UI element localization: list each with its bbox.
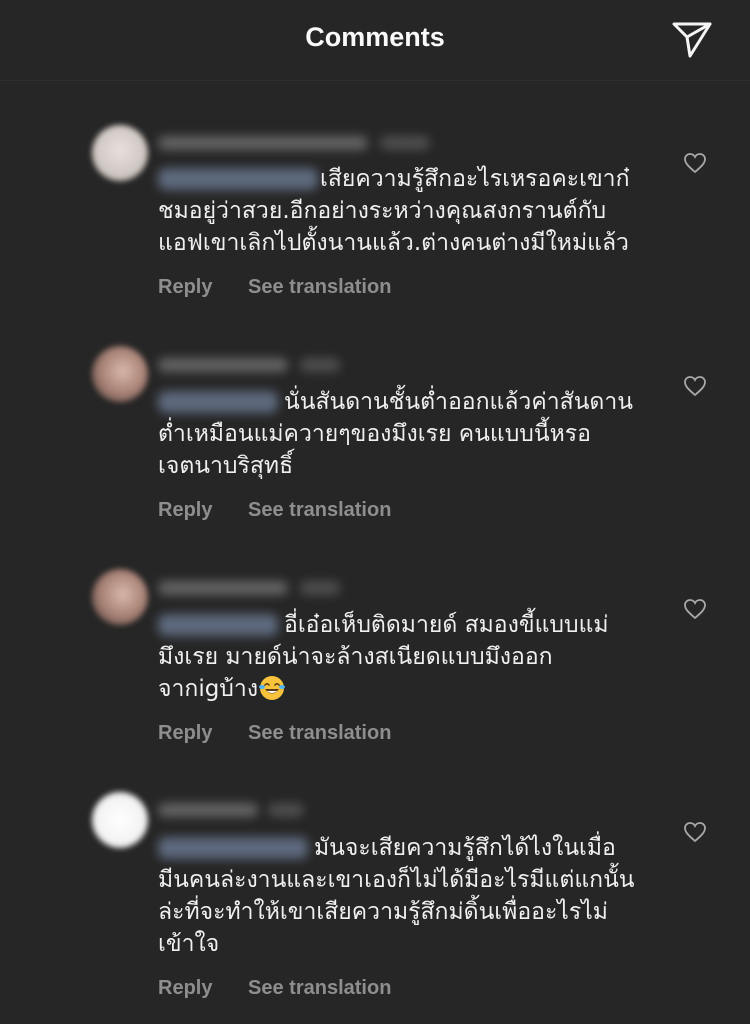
comment-line: มันจะเสียความรู้สึกได้ไงในเมื่อ <box>314 835 616 861</box>
username-blurred[interactable] <box>158 803 258 817</box>
page-title: Comments <box>305 22 445 52</box>
timestamp-blurred <box>268 803 304 817</box>
comment-line-text: จากigบ้าง <box>158 676 259 702</box>
comment-actions: Reply See translation <box>158 276 421 299</box>
heart-icon[interactable] <box>683 821 707 843</box>
comment-actions: Reply See translation <box>158 499 421 522</box>
reply-button[interactable]: Reply <box>158 722 212 744</box>
see-translation-button[interactable]: See translation <box>248 722 391 744</box>
see-translation-button[interactable]: See translation <box>248 977 391 999</box>
comment-text: อี่เอ๋อเห็บติดมายด์ สมองขี้แบบแม่ มึงเรย… <box>158 609 658 705</box>
comment-line: อี่เอ๋อเห็บติดมายด์ สมองขี้แบบแม่ <box>284 612 609 638</box>
timestamp-blurred <box>300 581 340 595</box>
comment-text: เสียความรู้สึกอะไรเหรอคะเขาก๋ ชมอยู่ว่าส… <box>158 163 658 259</box>
comment-text: นั่นสันดานชั้นต่ำออกแล้วค่าสันดาน ต่ำเหม… <box>158 386 658 482</box>
avatar[interactable] <box>92 792 148 848</box>
comment-line: ล่ะที่จะทำให้เขาเสียความรู้สึกม่ดิ้นเพื่… <box>158 899 608 925</box>
timestamp-blurred <box>380 136 430 150</box>
username-blurred[interactable] <box>158 581 288 595</box>
comment-actions: Reply See translation <box>158 722 421 745</box>
comment-text: มันจะเสียความรู้สึกได้ไงในเมื่อ มีนคนล่ะ… <box>158 832 658 960</box>
laughing-tears-emoji <box>258 674 286 702</box>
comment-line: มึงเรย มายด์น่าจะล้างสเนียดแบบมึงออก <box>158 644 553 670</box>
comment-line: เข้าใจ <box>158 931 220 957</box>
comment-line: ชมอยู่ว่าสวย.อีกอย่างระหว่างคุณสงกรานต์ก… <box>158 198 607 224</box>
comment-line: ต่ำเหมือนแม่ควายๆของมึงเรย คนแบบนี้หรอ <box>158 421 591 447</box>
comment-line: แอฟเขาเลิกไปตั้งนานแล้ว.ต่างคนต่างมีใหม่… <box>158 230 629 256</box>
heart-icon[interactable] <box>683 152 707 174</box>
paper-plane-icon[interactable] <box>670 18 714 60</box>
avatar[interactable] <box>92 125 148 181</box>
reply-button[interactable]: Reply <box>158 977 212 999</box>
comment-line: จากigบ้าง <box>158 673 658 705</box>
comment-line: นั่นสันดานชั้นต่ำออกแล้วค่าสันดาน <box>284 389 633 415</box>
comment-line: มีนคนล่ะงานและเขาเองก็ไม่ได้มีอะไรมีแต่แ… <box>158 867 635 893</box>
comments-screen: Comments เสียความรู้สึกอะไรเหรอคะเขาก๋ ช… <box>0 0 750 1024</box>
username-blurred[interactable] <box>158 358 288 372</box>
username-blurred[interactable] <box>158 136 368 150</box>
comment-line: เจตนาบริสุทธิ์ <box>158 453 294 479</box>
heart-icon[interactable] <box>683 375 707 397</box>
see-translation-button[interactable]: See translation <box>248 276 391 298</box>
avatar[interactable] <box>92 346 148 402</box>
reply-button[interactable]: Reply <box>158 499 212 521</box>
reply-button[interactable]: Reply <box>158 276 212 298</box>
comment-line: เสียความรู้สึกอะไรเหรอคะเขาก๋ <box>320 166 630 192</box>
avatar[interactable] <box>92 569 148 625</box>
header: Comments <box>0 0 750 81</box>
comment-actions: Reply See translation <box>158 977 421 1000</box>
heart-icon[interactable] <box>683 598 707 620</box>
timestamp-blurred <box>300 358 340 372</box>
see-translation-button[interactable]: See translation <box>248 499 391 521</box>
